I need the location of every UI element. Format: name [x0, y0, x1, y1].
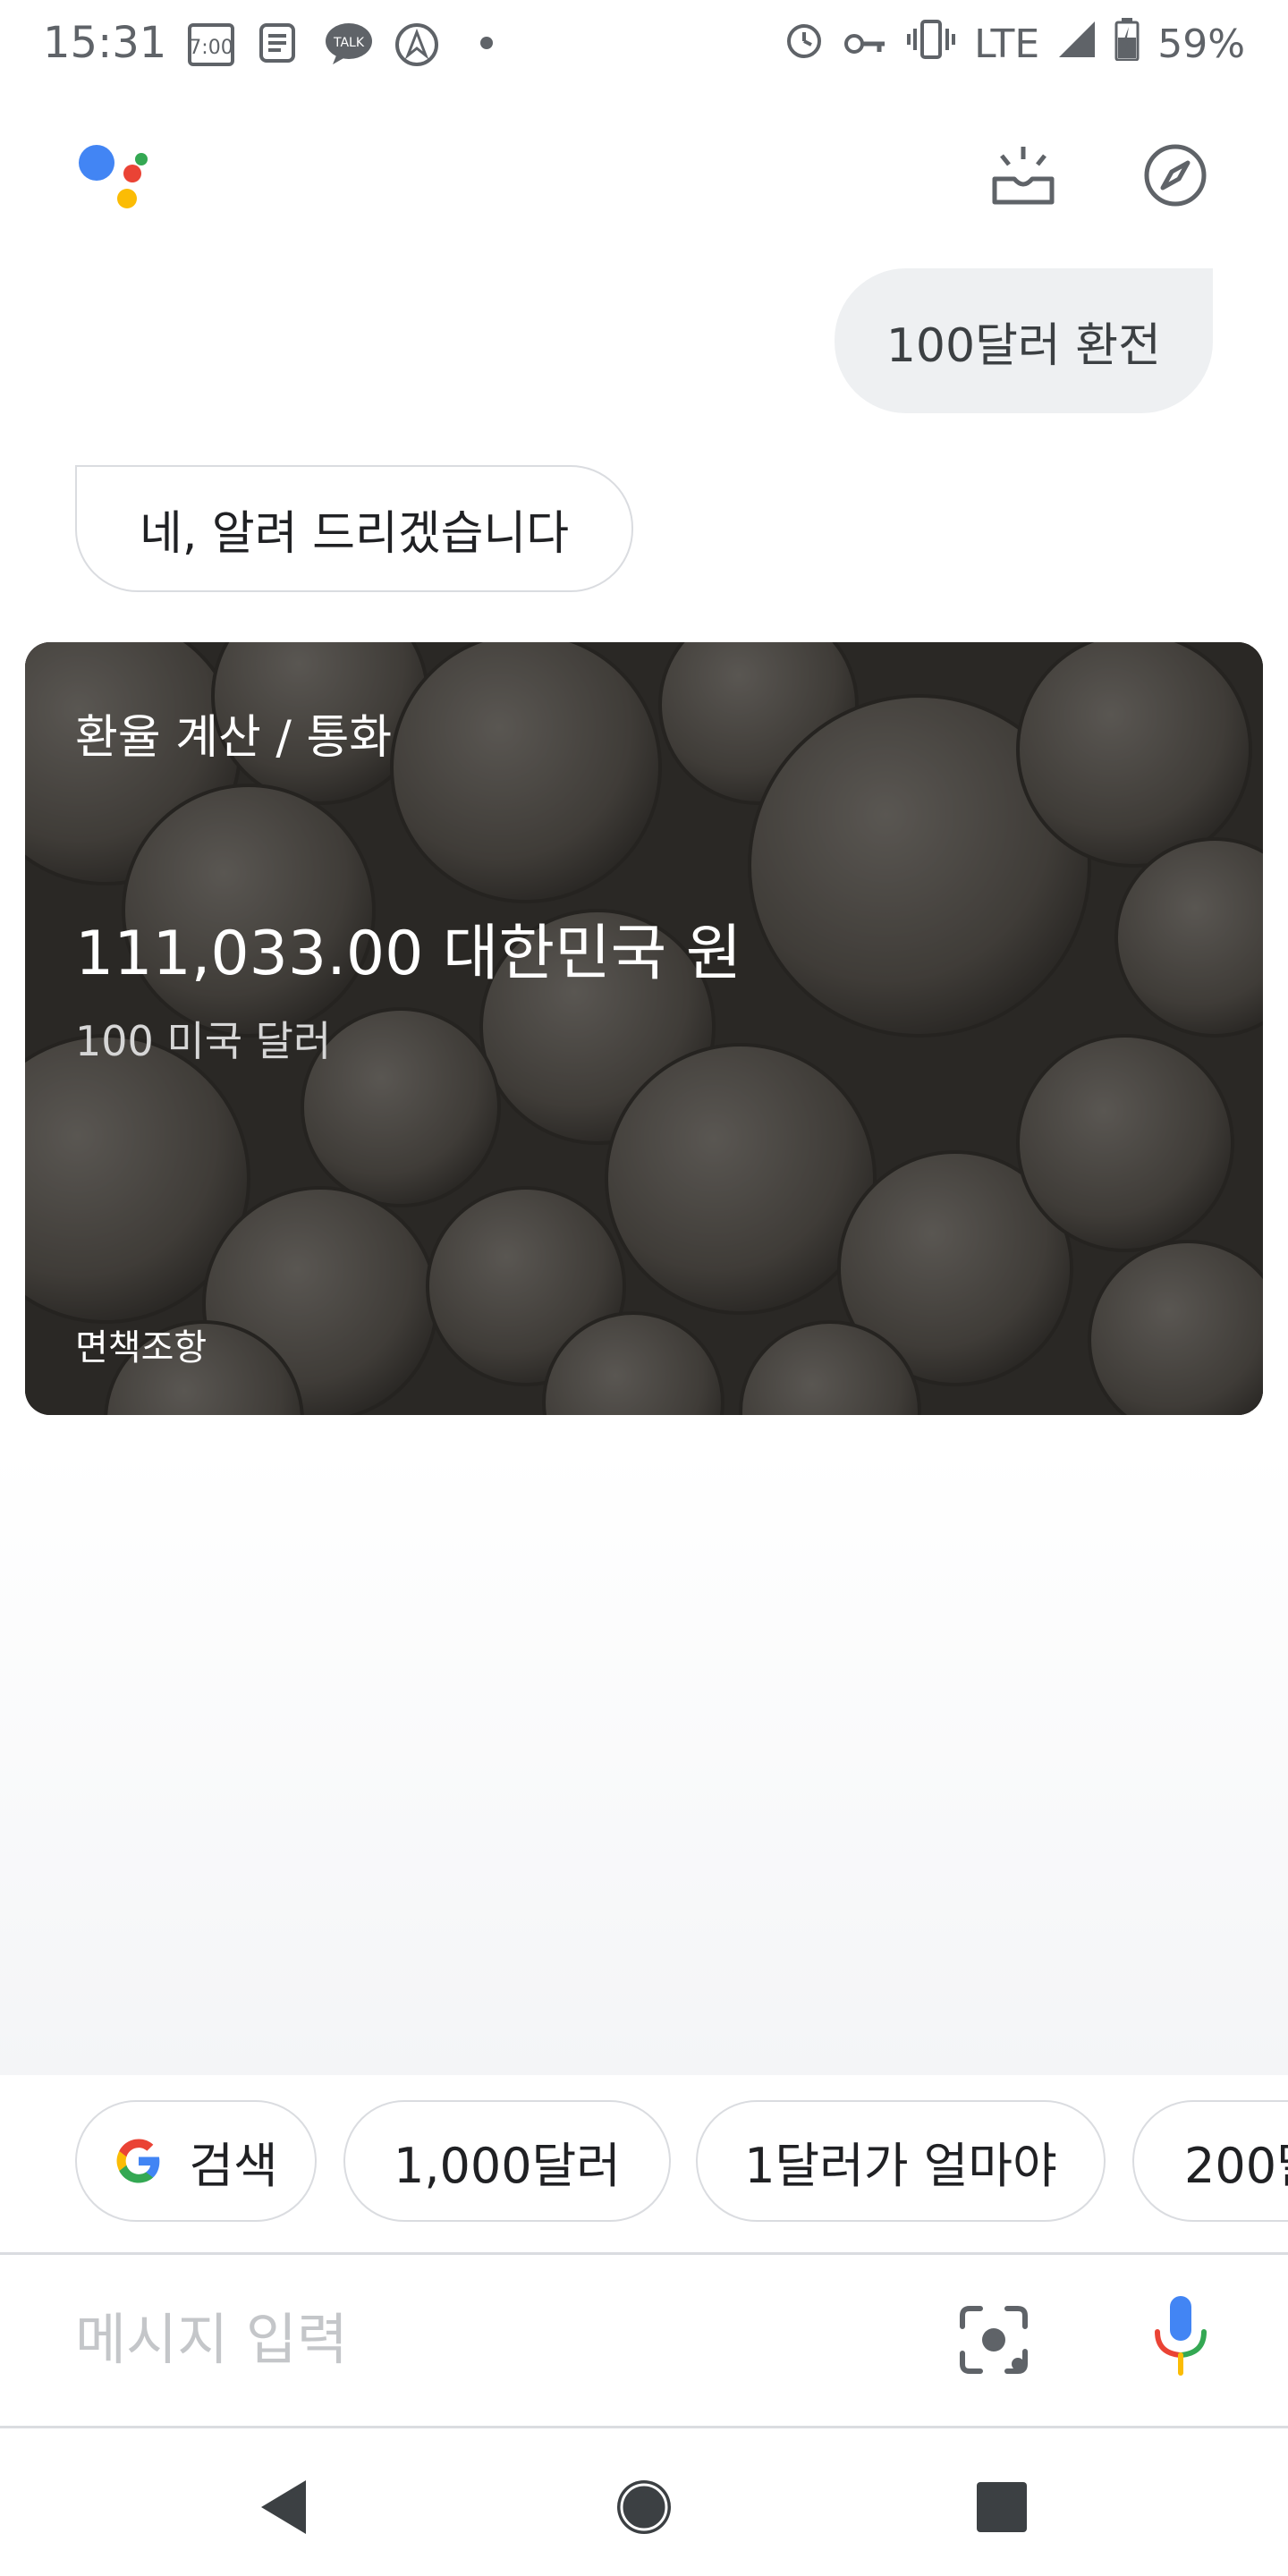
user-message-text: 100달러 환전	[886, 318, 1161, 373]
lens-icon	[960, 2306, 1028, 2374]
chip-label: 200달러	[1184, 2137, 1288, 2194]
recents-button[interactable]	[966, 2471, 1038, 2543]
snapshot-icon	[992, 147, 1055, 205]
suggestion-chips: 검색 1,000달러 1달러가 얼마야 200달러	[0, 2075, 1288, 2254]
explore-icon	[1144, 144, 1207, 207]
message-input-bar: 메시지 입력	[0, 2255, 1288, 2425]
message-input[interactable]: 메시지 입력	[75, 2294, 348, 2375]
dot-icon	[479, 36, 494, 54]
back-icon	[261, 2480, 306, 2534]
status-bar: 15:31 7:00 TALK LTE 59%	[0, 0, 1288, 89]
chip-search[interactable]: 검색	[75, 2100, 317, 2222]
mic-button[interactable]	[1145, 2291, 1216, 2380]
alarm-icon	[783, 18, 826, 71]
google-g-icon	[116, 2139, 160, 2183]
home-button[interactable]	[608, 2471, 680, 2543]
google-assistant-logo	[77, 143, 152, 211]
chip-1-dollar-how-much[interactable]: 1달러가 얼마야	[696, 2100, 1106, 2222]
battery-icon	[1114, 18, 1140, 71]
lens-button[interactable]	[953, 2300, 1034, 2380]
disclaimer-link[interactable]: 면책조항	[75, 1318, 207, 1370]
assistant-message-text: 네, 알려 드리겠습니다	[140, 506, 570, 561]
kakaotalk-icon: TALK	[324, 21, 374, 70]
mic-icon	[1155, 2296, 1207, 2376]
svg-text:TALK: TALK	[333, 36, 365, 50]
vibrate-icon	[906, 18, 956, 71]
battery-level: 59%	[1157, 21, 1245, 67]
network-type: LTE	[974, 21, 1040, 67]
svg-text:7:00: 7:00	[189, 37, 233, 59]
navigation-bar	[0, 2428, 1288, 2576]
recents-icon	[977, 2482, 1027, 2532]
explore-button[interactable]	[1140, 140, 1211, 211]
chip-label: 1,000달러	[394, 2137, 621, 2194]
status-right: LTE 59%	[783, 18, 1245, 71]
status-time: 15:31	[43, 18, 167, 68]
clock-widget-icon: 7:00	[186, 21, 236, 72]
navigation-app-icon	[394, 21, 440, 72]
user-message-bubble: 100달러 환전	[834, 268, 1213, 413]
vpn-key-icon	[843, 21, 888, 67]
source-amount: 100 미국 달러	[75, 1017, 332, 1065]
notes-icon	[258, 21, 297, 68]
card-category-label: 환율 계산 / 통화	[75, 711, 393, 765]
assistant-message-bubble: 네, 알려 드리겠습니다	[75, 465, 634, 592]
chip-label: 1달러가 얼마야	[744, 2137, 1057, 2194]
back-button[interactable]	[250, 2471, 322, 2543]
converted-amount: 111,033.00 대한민국 원	[75, 919, 742, 989]
conversation-empty-area	[0, 1449, 1288, 2075]
chip-200-dollars[interactable]: 200달러	[1132, 2100, 1288, 2222]
home-icon	[617, 2480, 671, 2534]
snapshot-button[interactable]	[987, 140, 1059, 211]
chip-1000-dollars[interactable]: 1,000달러	[343, 2100, 671, 2222]
signal-icon	[1057, 20, 1097, 69]
chip-label: 검색	[189, 2137, 278, 2194]
currency-card[interactable]: 환율 계산 / 통화 111,033.00 대한민국 원 100 미국 달러 면…	[25, 642, 1263, 1415]
